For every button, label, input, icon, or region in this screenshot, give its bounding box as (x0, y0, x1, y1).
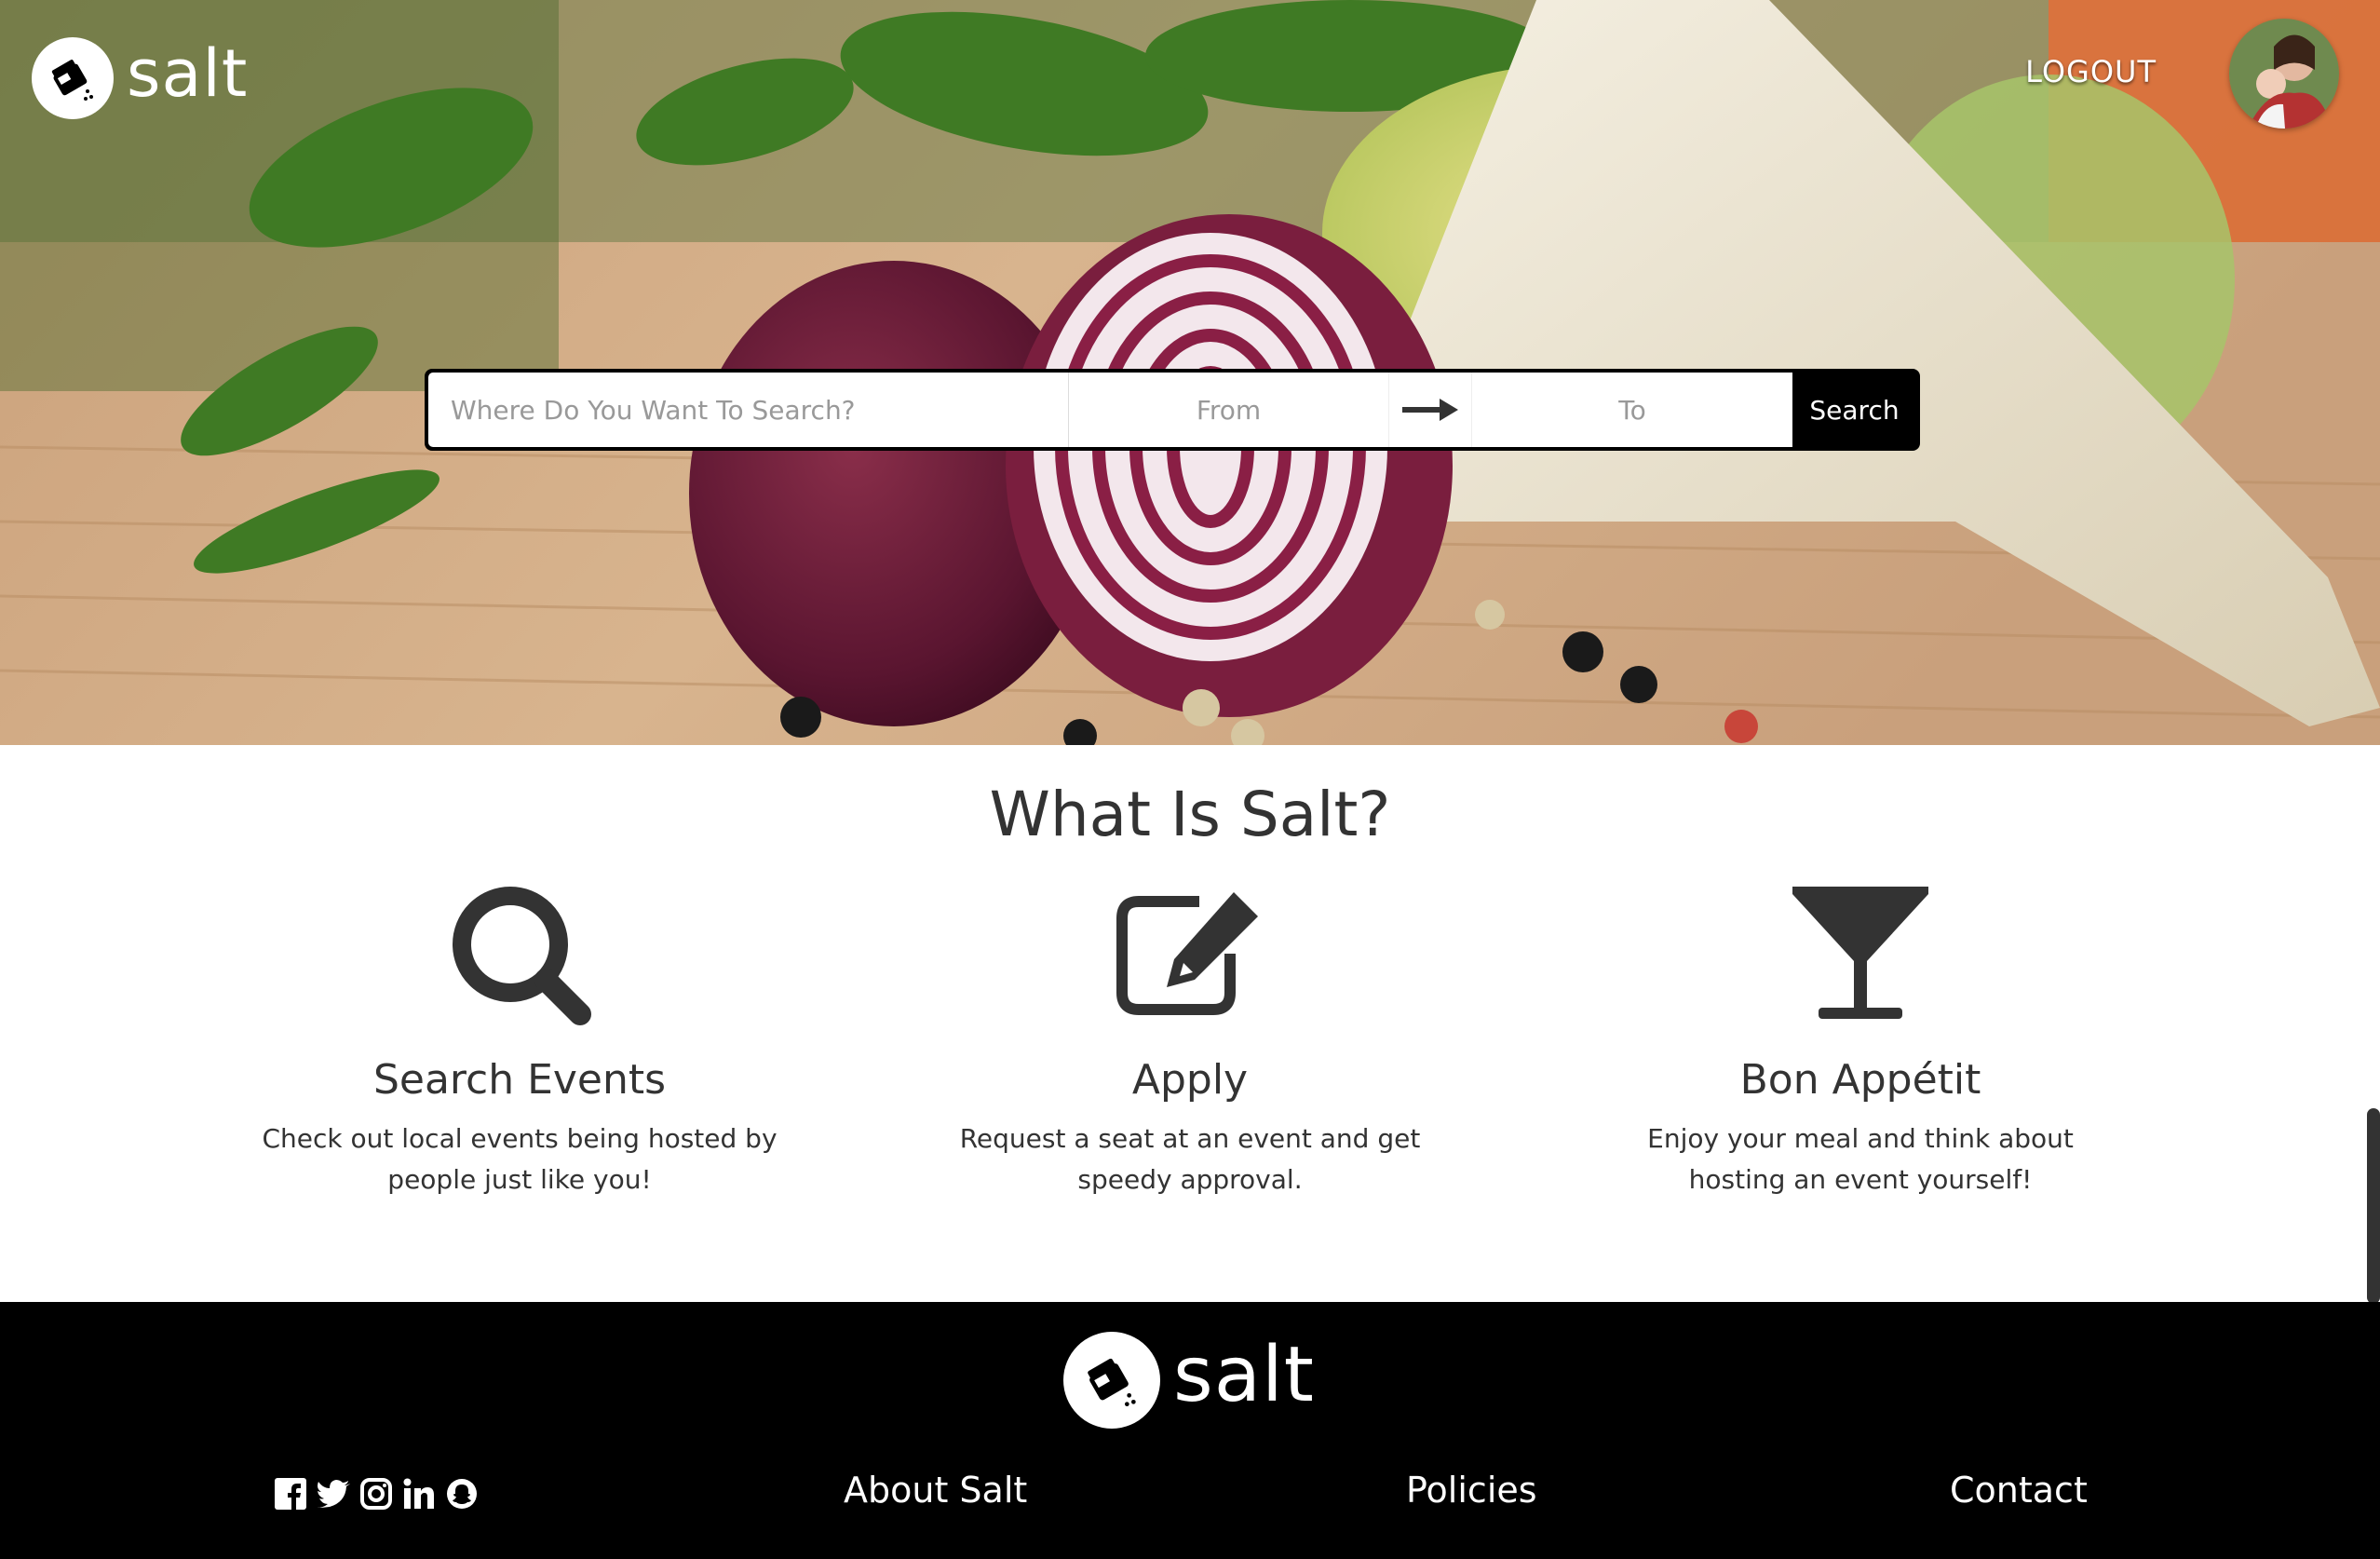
footer-link-policies[interactable]: Policies (1406, 1470, 1537, 1511)
salt-shaker-logo-icon (1063, 1332, 1160, 1429)
feature-bon-appetit: Bon Appétit Enjoy your meal and think ab… (1600, 879, 2121, 1200)
feature-title: Bon Appétit (1739, 1056, 1981, 1104)
feature-description: Request a seat at an event and get speed… (959, 1123, 1421, 1195)
header-logo[interactable]: salt (32, 37, 248, 119)
search-bar: Search (425, 369, 1920, 451)
feature-title: Apply (1131, 1056, 1249, 1104)
logout-link[interactable]: LOGOUT (2025, 54, 2157, 89)
brand-name: salt (127, 35, 249, 112)
facebook-icon[interactable] (274, 1477, 307, 1511)
snapchat-icon[interactable] (445, 1477, 479, 1511)
feature-apply: Apply Request a seat at an event and get… (929, 879, 1451, 1200)
instagram-icon[interactable] (359, 1477, 393, 1511)
footer-brand-name: salt (1173, 1331, 1315, 1419)
footer: salt About Salt Policies Contact (0, 1302, 2380, 1559)
page-scrollbar[interactable] (2367, 1108, 2380, 1304)
linkedin-icon[interactable] (402, 1477, 436, 1511)
footer-link-about[interactable]: About Salt (844, 1470, 1027, 1511)
feature-description: Enjoy your meal and think about hosting … (1647, 1123, 2074, 1195)
footer-link-contact[interactable]: Contact (1950, 1470, 2088, 1511)
cocktail-glass-icon (1600, 879, 2121, 1028)
arrow-right-icon (1389, 373, 1472, 447)
section-title: What Is Salt? (989, 779, 1391, 850)
feature-search-events: Search Events Check out local events bei… (259, 879, 780, 1200)
feature-title: Search Events (372, 1056, 667, 1104)
search-location-input[interactable] (428, 373, 1069, 447)
hero-banner: salt LOGOUT Search (0, 0, 2380, 745)
salt-shaker-logo-icon (32, 37, 114, 119)
search-to-date-input[interactable] (1472, 373, 1792, 447)
feature-description: Check out local events being hosted by p… (262, 1123, 778, 1195)
twitter-icon[interactable] (317, 1477, 350, 1511)
search-from-date-input[interactable] (1069, 373, 1389, 447)
footer-logo[interactable]: salt (1063, 1332, 1315, 1429)
search-icon (259, 879, 780, 1028)
social-links (274, 1477, 479, 1511)
search-button[interactable]: Search (1792, 373, 1916, 447)
user-avatar[interactable] (2229, 19, 2339, 129)
edit-icon (929, 879, 1451, 1028)
